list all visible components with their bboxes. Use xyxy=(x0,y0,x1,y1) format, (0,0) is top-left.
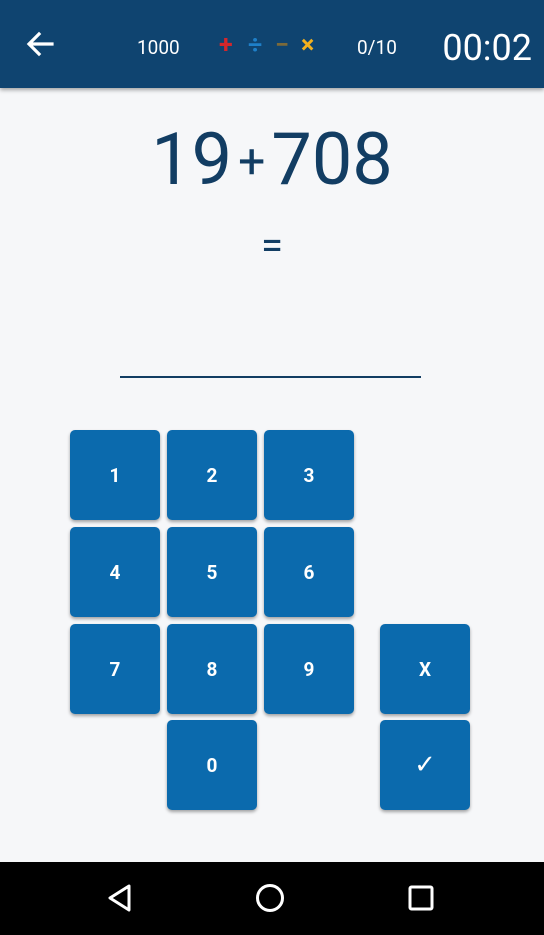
key-0[interactable]: 0 xyxy=(167,720,257,810)
key-9[interactable]: 9 xyxy=(264,624,354,714)
equals-sign: = xyxy=(261,222,283,269)
key-5[interactable]: 5 xyxy=(167,527,257,617)
timer: 00:02 xyxy=(442,27,532,69)
system-navigation-bar xyxy=(0,862,544,935)
square-recents-icon[interactable] xyxy=(403,880,439,916)
answer-field[interactable] xyxy=(120,376,421,378)
operand-a: 19 xyxy=(151,117,233,202)
key-7[interactable]: 7 xyxy=(70,624,160,714)
key-1[interactable]: 1 xyxy=(70,430,160,520)
key-2[interactable]: 2 xyxy=(167,430,257,520)
key-3[interactable]: 3 xyxy=(264,430,354,520)
app-bar: 1000 + ÷ − × 0/10 00:02 xyxy=(0,0,544,88)
minus-icon: − xyxy=(275,31,289,60)
plus-icon: + xyxy=(219,31,233,60)
key-6[interactable]: 6 xyxy=(264,527,354,617)
arrow-left-icon[interactable] xyxy=(22,26,58,62)
operand-b: 708 xyxy=(271,117,393,202)
progress-counter: 0/10 xyxy=(357,36,397,59)
operator: + xyxy=(238,133,266,190)
circle-home-icon[interactable] xyxy=(252,880,288,916)
clear-button[interactable]: X xyxy=(380,624,470,714)
score-value: 1000 xyxy=(137,36,180,59)
triangle-back-icon[interactable] xyxy=(102,880,138,916)
divide-icon: ÷ xyxy=(248,31,263,60)
submit-button[interactable]: ✓ xyxy=(380,720,470,810)
key-4[interactable]: 4 xyxy=(70,527,160,617)
key-8[interactable]: 8 xyxy=(167,624,257,714)
multiply-icon: × xyxy=(301,31,315,60)
math-problem: 19 +708 xyxy=(0,120,544,202)
